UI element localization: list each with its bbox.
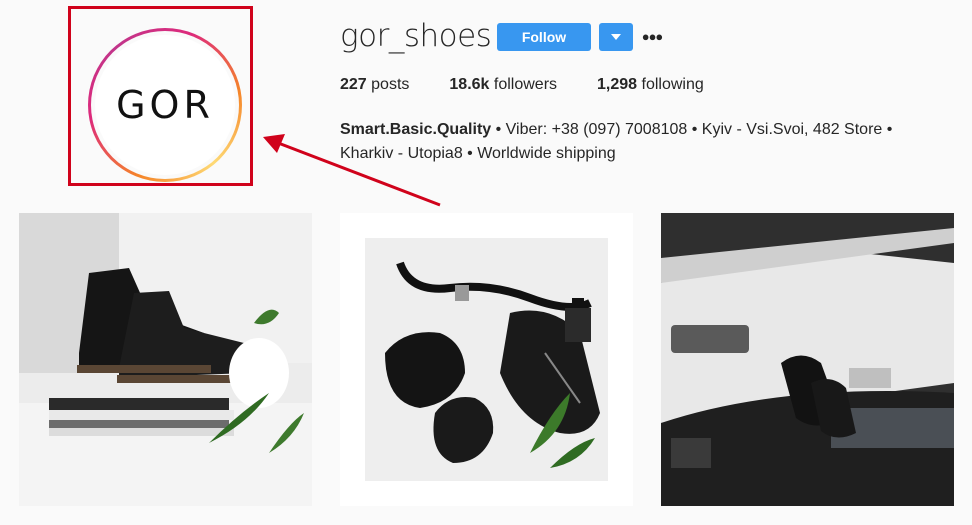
posts-label: posts (366, 76, 410, 93)
posts-count: 227 (340, 76, 367, 93)
post-image-boots-magazines (19, 213, 312, 506)
post-tile-2[interactable] (340, 213, 633, 506)
post-tile-3[interactable] (661, 213, 954, 506)
profile-username: gor_shoes (340, 18, 492, 54)
avatar-logo-text: GOR (116, 83, 214, 127)
caret-down-icon (611, 34, 621, 40)
profile-avatar[interactable]: GOR (88, 28, 242, 182)
followers-stat[interactable]: 18.6k followers (449, 76, 557, 94)
suggestions-dropdown-button[interactable] (599, 23, 633, 51)
follow-button[interactable]: Follow (497, 23, 591, 51)
posts-stat: 227 posts (340, 76, 409, 94)
profile-bio: Smart.Basic.Quality • Viber: +38 (097) 7… (340, 118, 940, 166)
ellipsis-icon: ●●● (641, 28, 664, 44)
profile-stats: 227 posts 18.6k followers 1,298 followin… (340, 76, 744, 94)
post-image-car-interior (661, 213, 954, 506)
followers-label: followers (489, 76, 558, 93)
following-stat[interactable]: 1,298 following (597, 76, 704, 94)
post-tile-1[interactable] (19, 213, 312, 506)
post-image-flatlay (340, 213, 633, 506)
more-options-button[interactable]: ●●● (641, 22, 664, 50)
followers-count: 18.6k (449, 76, 490, 93)
bio-full-name: Smart.Basic.Quality (340, 121, 492, 138)
following-count: 1,298 (597, 76, 638, 93)
following-label: following (637, 76, 704, 93)
